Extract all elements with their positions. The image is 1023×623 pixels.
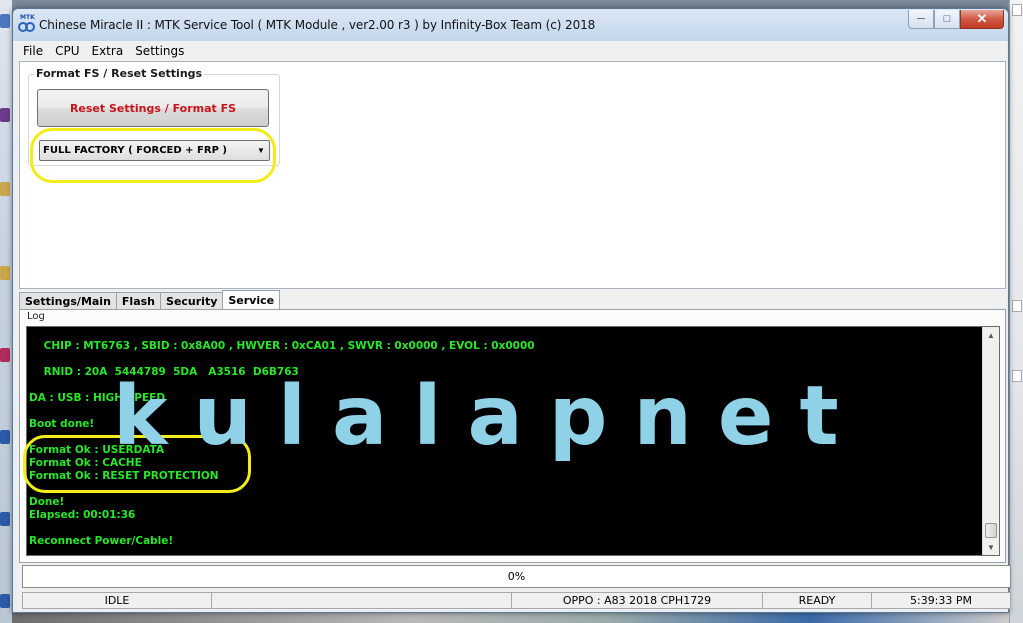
log-label: Log	[27, 311, 45, 322]
desktop-bottom-edge	[12, 613, 1009, 623]
maximize-icon: □	[943, 13, 951, 25]
background-window-fragment	[1012, 300, 1022, 312]
log-scrollbar[interactable]: ▲ ▼	[982, 327, 999, 555]
desktop-shortcut-icon[interactable]	[0, 430, 10, 444]
scroll-thumb[interactable]	[985, 523, 997, 538]
tab-flash[interactable]: Flash	[115, 292, 162, 309]
caption-buttons: ─ □ ✕	[908, 10, 1004, 29]
status-state: IDLE	[22, 592, 212, 609]
app-window: MTK Chinese Miracle II : MTK Service Too…	[12, 8, 1011, 613]
scroll-up-icon[interactable]: ▲	[983, 327, 999, 343]
service-options-panel: Format FS / Reset Settings Reset Setting…	[19, 61, 1006, 289]
desktop-shortcut-icon[interactable]	[0, 108, 10, 122]
log-line: DA : USB : HIGH SPEED	[29, 392, 166, 404]
desktop-shortcut-icon[interactable]	[0, 14, 10, 28]
tab-settings-main[interactable]: Settings/Main	[19, 292, 117, 309]
mtk-app-icon[interactable]: MTK	[18, 14, 38, 35]
status-bar: IDLE OPPO : A83 2018 CPH1729 READY 5:39:…	[22, 592, 1011, 609]
log-line: Elapsed: 00:01:36	[29, 509, 136, 521]
log-line: Boot done!	[29, 418, 95, 430]
desktop-shortcut-icon[interactable]	[0, 182, 10, 196]
window-title: Chinese Miracle II : MTK Service Tool ( …	[39, 18, 596, 32]
tab-strip: Settings/Main Flash Security Service	[19, 290, 281, 309]
menu-settings[interactable]: Settings	[129, 44, 190, 58]
scroll-down-icon[interactable]: ▼	[983, 539, 999, 555]
desktop-shortcut-icon[interactable]	[0, 512, 10, 526]
progress-bar: 0%	[22, 565, 1011, 588]
client-area: Format FS / Reset Settings Reset Setting…	[17, 60, 1011, 610]
progress-label: 0%	[507, 570, 526, 583]
menu-bar: File CPU Extra Settings	[17, 41, 1006, 60]
background-window-fragment	[1012, 4, 1022, 16]
group-title: Format FS / Reset Settings	[34, 67, 205, 80]
tab-security[interactable]: Security	[160, 292, 224, 309]
log-line: Reconnect Power/Cable!	[29, 535, 174, 547]
log-line: CHIP : MT6763 , SBID : 0x8A00 , HWVER : …	[29, 340, 535, 352]
desktop-right-edge	[1009, 0, 1023, 623]
ring-glyph	[25, 22, 35, 32]
highlight-annotation	[23, 435, 251, 493]
menu-cpu[interactable]: CPU	[49, 44, 85, 58]
title-bar[interactable]: MTK Chinese Miracle II : MTK Service Too…	[13, 9, 1008, 41]
close-button[interactable]: ✕	[960, 10, 1004, 29]
desktop-shortcut-icon[interactable]	[0, 348, 10, 362]
status-ready: READY	[762, 592, 872, 609]
desktop-shortcut-icon[interactable]	[0, 266, 10, 280]
maximize-button[interactable]: □	[934, 10, 960, 29]
app-icon-label: MTK	[20, 14, 35, 21]
reset-format-button[interactable]: Reset Settings / Format FS	[37, 89, 269, 127]
background-window-fragment	[1012, 370, 1022, 382]
minimize-button[interactable]: ─	[908, 10, 934, 29]
status-spacer	[211, 592, 512, 609]
tab-service[interactable]: Service	[222, 290, 281, 309]
log-line: RNID : 20A 5444789 5DA A3516 D6B763	[29, 366, 299, 378]
desktop-shortcut-icon[interactable]	[0, 594, 10, 608]
status-device: OPPO : A83 2018 CPH1729	[511, 592, 763, 609]
minimize-icon: ─	[917, 13, 925, 25]
desktop-left-edge	[0, 0, 12, 623]
log-line: Done!	[29, 496, 65, 508]
close-icon: ✕	[976, 11, 988, 26]
menu-extra[interactable]: Extra	[86, 44, 130, 58]
status-time: 5:39:33 PM	[871, 592, 1011, 609]
highlight-annotation	[30, 128, 276, 183]
menu-file[interactable]: File	[17, 44, 49, 58]
